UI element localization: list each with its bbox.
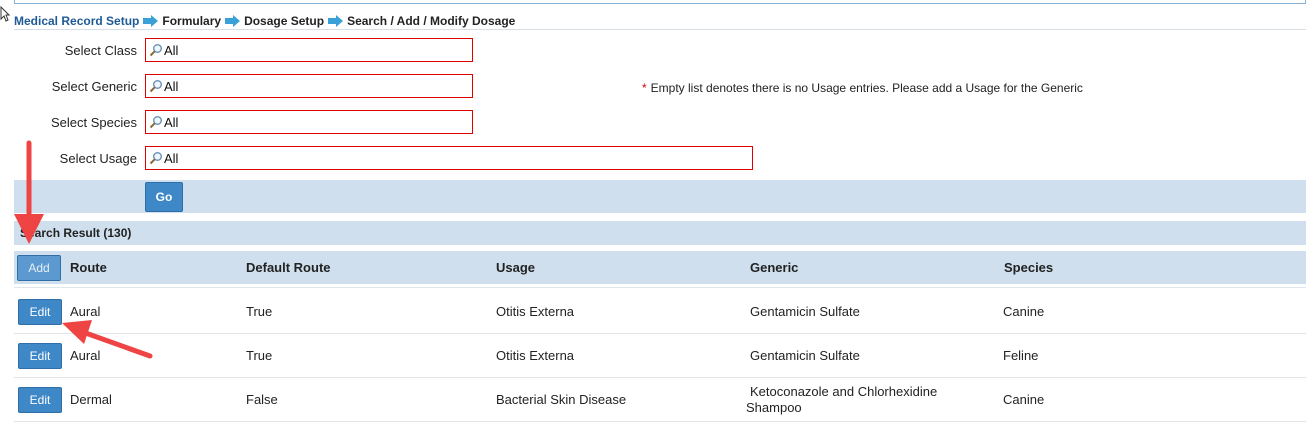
go-button[interactable]: Go (145, 182, 183, 212)
breadcrumb-arrow-icon (224, 14, 241, 28)
empty-list-note-text: Empty list denotes there is no Usage ent… (650, 81, 1083, 95)
cell-usage: Bacterial Skin Disease (496, 392, 627, 407)
cell-species: Feline (1003, 348, 1039, 363)
cell-usage: Otitis Externa (496, 348, 575, 363)
breadcrumb: Medical Record Setup Formulary Dosage Se… (14, 12, 515, 30)
cell-default-route: True (246, 304, 273, 319)
breadcrumb-current-page: Search / Add / Modify Dosage (347, 14, 516, 28)
cell-route: Aural (70, 304, 101, 319)
annotation-arrows (14, 140, 153, 359)
edit-button[interactable]: Edit (18, 343, 62, 369)
magnifier-icon (149, 79, 163, 93)
select-species-value: All (164, 114, 179, 130)
empty-list-note: * Empty list denotes there is no Usage en… (642, 81, 1083, 95)
select-generic-value: All (164, 78, 179, 94)
search-result-title: Search Result (130) (20, 226, 132, 240)
breadcrumb-arrow-icon (327, 14, 344, 28)
cursor-icon (0, 6, 10, 22)
column-header-generic[interactable]: Generic (750, 260, 798, 275)
magnifier-icon (149, 43, 163, 57)
select-generic-label: Select Generic (51, 79, 137, 94)
column-header-species[interactable]: Species (1004, 260, 1053, 275)
select-class-field[interactable]: All (145, 38, 473, 62)
cell-route: Dermal (70, 392, 112, 407)
select-generic-field[interactable]: All (145, 74, 473, 98)
cell-default-route: True (246, 348, 273, 363)
row-divider (14, 333, 1306, 334)
cell-generic-line2: Shampoo (746, 400, 802, 415)
select-species-label: Select Species (51, 115, 137, 130)
search-result-header: Search Result (130) (14, 221, 1306, 245)
edit-button[interactable]: Edit (18, 299, 62, 325)
breadcrumb-medical-record-setup[interactable]: Medical Record Setup (14, 14, 139, 28)
cell-generic: Gentamicin Sulfate (750, 348, 860, 363)
breadcrumb-formulary[interactable]: Formulary (162, 14, 221, 28)
cell-species: Canine (1003, 392, 1045, 407)
breadcrumb-dosage-setup[interactable]: Dosage Setup (244, 14, 324, 28)
row-divider (14, 421, 1306, 422)
go-button-bar (14, 180, 1306, 213)
cell-generic: Gentamicin Sulfate (750, 304, 860, 319)
column-header-route[interactable]: Route (70, 260, 107, 275)
cell-usage: Otitis Externa (496, 304, 575, 319)
select-class-label: Select Class (64, 43, 137, 58)
results-table-header (14, 251, 1306, 284)
top-frame-edge (14, 0, 1306, 4)
column-header-default-route[interactable]: Default Route (246, 260, 331, 275)
add-button[interactable]: Add (17, 255, 61, 281)
breadcrumb-divider (14, 29, 1306, 30)
cell-route: Aural (70, 348, 101, 363)
cell-generic: Ketoconazole and Chlorhexidine (750, 384, 938, 399)
row-divider (14, 377, 1306, 378)
select-class-value: All (164, 42, 179, 58)
edit-button[interactable]: Edit (18, 387, 62, 413)
cell-default-route: False (246, 392, 278, 407)
select-usage-field[interactable]: All (145, 146, 753, 170)
select-usage-label: Select Usage (59, 151, 137, 166)
cell-species: Canine (1003, 304, 1045, 319)
magnifier-icon (149, 151, 163, 165)
breadcrumb-arrow-icon (142, 14, 159, 28)
column-header-usage[interactable]: Usage (496, 260, 535, 275)
select-usage-value: All (164, 150, 179, 166)
header-divider (14, 287, 1306, 288)
magnifier-icon (149, 115, 163, 129)
select-species-field[interactable]: All (145, 110, 473, 134)
required-star: * (642, 81, 647, 95)
